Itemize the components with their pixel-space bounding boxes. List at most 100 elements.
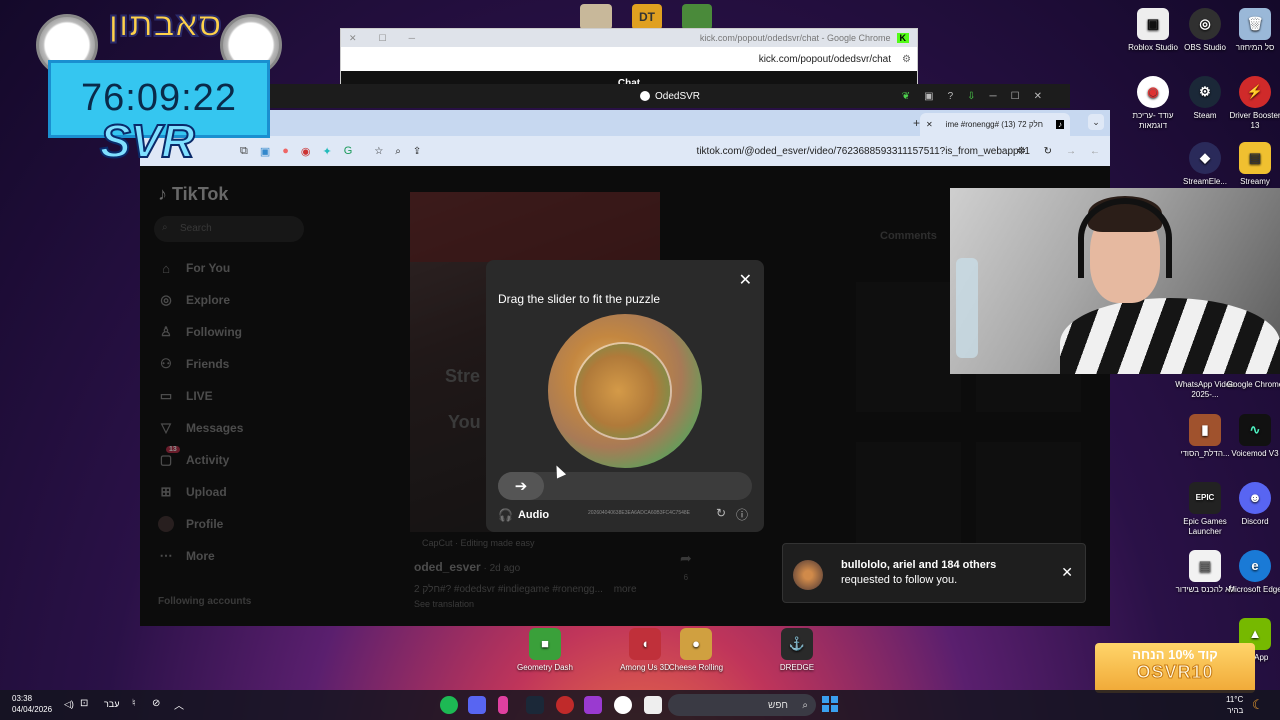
captcha-id: 202604040638E3EA6ADCA60B3FC4C7548E — [588, 510, 691, 516]
close-icon[interactable]: ✕ — [349, 33, 357, 44]
wifi-off-icon[interactable]: ⊘ — [152, 698, 160, 709]
top-app-icon-2[interactable]: DT — [632, 4, 662, 30]
tab-tiktok[interactable]: ✕ ime #ronengg# חלק 72 (13) ♪ — [920, 113, 1070, 136]
forward-icon[interactable]: → — [1066, 146, 1076, 157]
audio-button[interactable]: 🎧 Audio — [498, 508, 549, 522]
recycle-bin-icon: 🗑 — [1239, 8, 1271, 40]
desktop-icon-discord[interactable]: ☻ Discord — [1224, 482, 1280, 527]
close-icon[interactable]: ✕ — [1034, 91, 1056, 102]
close-icon[interactable]: ✕ — [1061, 564, 1073, 581]
desktop-icon-dredge[interactable]: ⚓ DREDGE — [766, 628, 828, 673]
zoom-icon[interactable]: ⌕ — [395, 146, 401, 157]
desktop-icon-label: Voicemod V3 — [1231, 449, 1279, 458]
puzzle-image — [548, 314, 702, 468]
network-icon[interactable]: ⊡ — [80, 698, 88, 709]
grammarly-icon[interactable]: G — [344, 145, 353, 158]
address-bar[interactable]: tiktok.com/@oded_esver/video/76236885933… — [697, 146, 1030, 157]
extension-red-icon[interactable]: ◉ — [301, 145, 311, 158]
desktop-icon-label: Cheese Rolling — [668, 663, 724, 672]
captcha-modal: ✕ Drag the slider to fit the puzzle ➔ 🎧 … — [486, 260, 764, 532]
geometry-dash-icon: ■ — [529, 628, 561, 660]
bookmark-star-icon[interactable]: ☆ — [374, 146, 383, 157]
obs-icon-small — [639, 91, 650, 101]
clock-date: 04/04/2026 — [12, 705, 53, 714]
maximize-icon[interactable]: ☐ — [379, 33, 387, 44]
language-indicator[interactable]: עבר — [104, 699, 119, 709]
tune-icon[interactable]: ⚙ — [902, 54, 911, 65]
share-icon[interactable]: ⇪ — [413, 146, 421, 157]
kick-url-bar[interactable]: kick.com/popout/odedsvr/chat ⚙ — [341, 47, 917, 71]
extension-teal-icon[interactable]: ✦ — [323, 145, 332, 158]
taskbar: 03:38 04/04/2026 ◁) ⊡ עבר ♮ ⊘ ︿ חפש ⌕ 11… — [0, 690, 1280, 720]
mic-icon[interactable]: ♮ — [132, 698, 136, 709]
site-settings-icon[interactable]: ⚙ — [1017, 146, 1026, 157]
subathon-title: סאבתון — [107, 5, 223, 45]
slider-handle[interactable]: ➔ — [498, 472, 544, 500]
slider-track[interactable]: ➔ — [498, 472, 752, 500]
follow-request-notification[interactable]: bullololo, ariel and 184 others requeste… — [782, 543, 1086, 603]
promo-banner: קוד 10% הנחה OSVR10 — [1095, 643, 1255, 693]
desktop-icon-label: DREDGE — [779, 663, 815, 672]
desktop-icon-streamy[interactable]: ▤ Streamy — [1224, 142, 1280, 187]
desktop-icon-driver-booster[interactable]: ⚡ Driver Booster 13 — [1224, 76, 1280, 131]
leaf-icon[interactable]: ❦ — [902, 91, 924, 102]
among-us-icon: ◖ — [629, 628, 661, 660]
minimize-icon[interactable]: ─ — [409, 33, 415, 43]
discord-icon: ☻ — [1239, 482, 1271, 514]
desktop-icon-cheese-rolling[interactable]: ● Cheese Rolling — [665, 628, 727, 673]
pink-app-icon[interactable] — [498, 696, 508, 714]
desktop-icon-edge[interactable]: e Microsoft Edge — [1224, 550, 1280, 595]
desktop-icon-google-chrome[interactable]: Google Chrome — [1224, 380, 1280, 390]
desktop-icon-label: סל המיחזור — [1235, 43, 1275, 52]
speaker-icon[interactable]: ◁) — [64, 699, 74, 710]
top-app-icon-3[interactable] — [682, 4, 712, 30]
weather-widget[interactable]: 11°C בהיר — [1226, 694, 1243, 716]
desktop-icon-geometry-dash[interactable]: ■ Geometry Dash — [514, 628, 576, 673]
new-tab-icon[interactable]: + — [913, 116, 920, 130]
taskbar-search[interactable]: חפש ⌕ — [668, 694, 816, 716]
kick-chat-window[interactable]: ✕ ☐ ─ kick.com/popout/odedsvr/chat - Goo… — [340, 28, 918, 91]
app-red-icon[interactable] — [556, 696, 574, 714]
reload-icon[interactable]: ↻ — [1044, 146, 1052, 157]
back-icon[interactable]: ← — [1090, 146, 1100, 157]
maximize-icon[interactable]: ☐ — [1011, 91, 1034, 102]
desktop-icon-recycle-bin[interactable]: 🗑 סל המיחזור — [1224, 8, 1280, 53]
weather-desc: בהיר — [1227, 706, 1244, 715]
avatar — [793, 560, 823, 590]
voicemod-icon: ∿ — [1239, 414, 1271, 446]
steam-taskbar-icon[interactable] — [526, 696, 544, 714]
tab-search-icon[interactable]: ⌄ — [1088, 114, 1104, 130]
windows-start-icon[interactable] — [822, 696, 838, 712]
streaming-app-icon[interactable] — [584, 696, 602, 714]
taskbar-clock[interactable]: 03:38 04/04/2026 — [12, 693, 52, 715]
notification-text: bullololo, ariel and 184 others requeste… — [841, 558, 996, 588]
discord-taskbar-icon[interactable] — [468, 696, 486, 714]
captcha-title: Drag the slider to fit the puzzle — [498, 292, 661, 306]
desktop-icon-label: Epic Games Launcher — [1183, 517, 1227, 536]
clock-time: 03:38 — [12, 694, 33, 703]
desktop-icon-label: OBS Studio — [1184, 43, 1226, 52]
obs-projector-titlebar[interactable]: OdedSVR ❦▣?⇩─☐✕ — [270, 84, 1070, 108]
spotify-icon[interactable] — [440, 696, 458, 714]
tab-close-icon[interactable]: ✕ — [926, 120, 933, 129]
info-icon[interactable]: ⓘ — [736, 506, 748, 523]
desktop-icon-voicemod[interactable]: ∿ Voicemod V3 — [1224, 414, 1280, 459]
top-app-icon-1[interactable] — [580, 4, 612, 30]
chrome-taskbar-icon[interactable] — [614, 696, 632, 714]
tray-chevron-icon[interactable]: ︿ — [174, 697, 184, 712]
download-icon[interactable]: ⇩ — [967, 91, 989, 102]
desktop-icon-label: Streamy — [1240, 177, 1270, 186]
close-icon[interactable]: ✕ — [739, 270, 752, 290]
notification-message: requested to follow you. — [841, 574, 958, 586]
promo-text: קוד 10% הנחה — [1132, 647, 1218, 662]
steam-icon: ⚙ — [1189, 76, 1221, 108]
help-icon[interactable]: ? — [948, 91, 968, 102]
secret-door-icon: ▮ — [1189, 414, 1221, 446]
cast-icon[interactable]: ▣ — [924, 91, 947, 102]
minimize-icon[interactable]: ─ — [990, 91, 1011, 102]
desktop-icon-label: עודד -עריכת דוגמאות — [1132, 111, 1174, 130]
headphones-icon: 🎧 — [498, 508, 513, 522]
refresh-icon[interactable]: ↻ — [716, 506, 726, 520]
notification-names: bullololo, ariel and 184 others — [841, 559, 997, 571]
file-explorer-icon[interactable] — [644, 696, 662, 714]
